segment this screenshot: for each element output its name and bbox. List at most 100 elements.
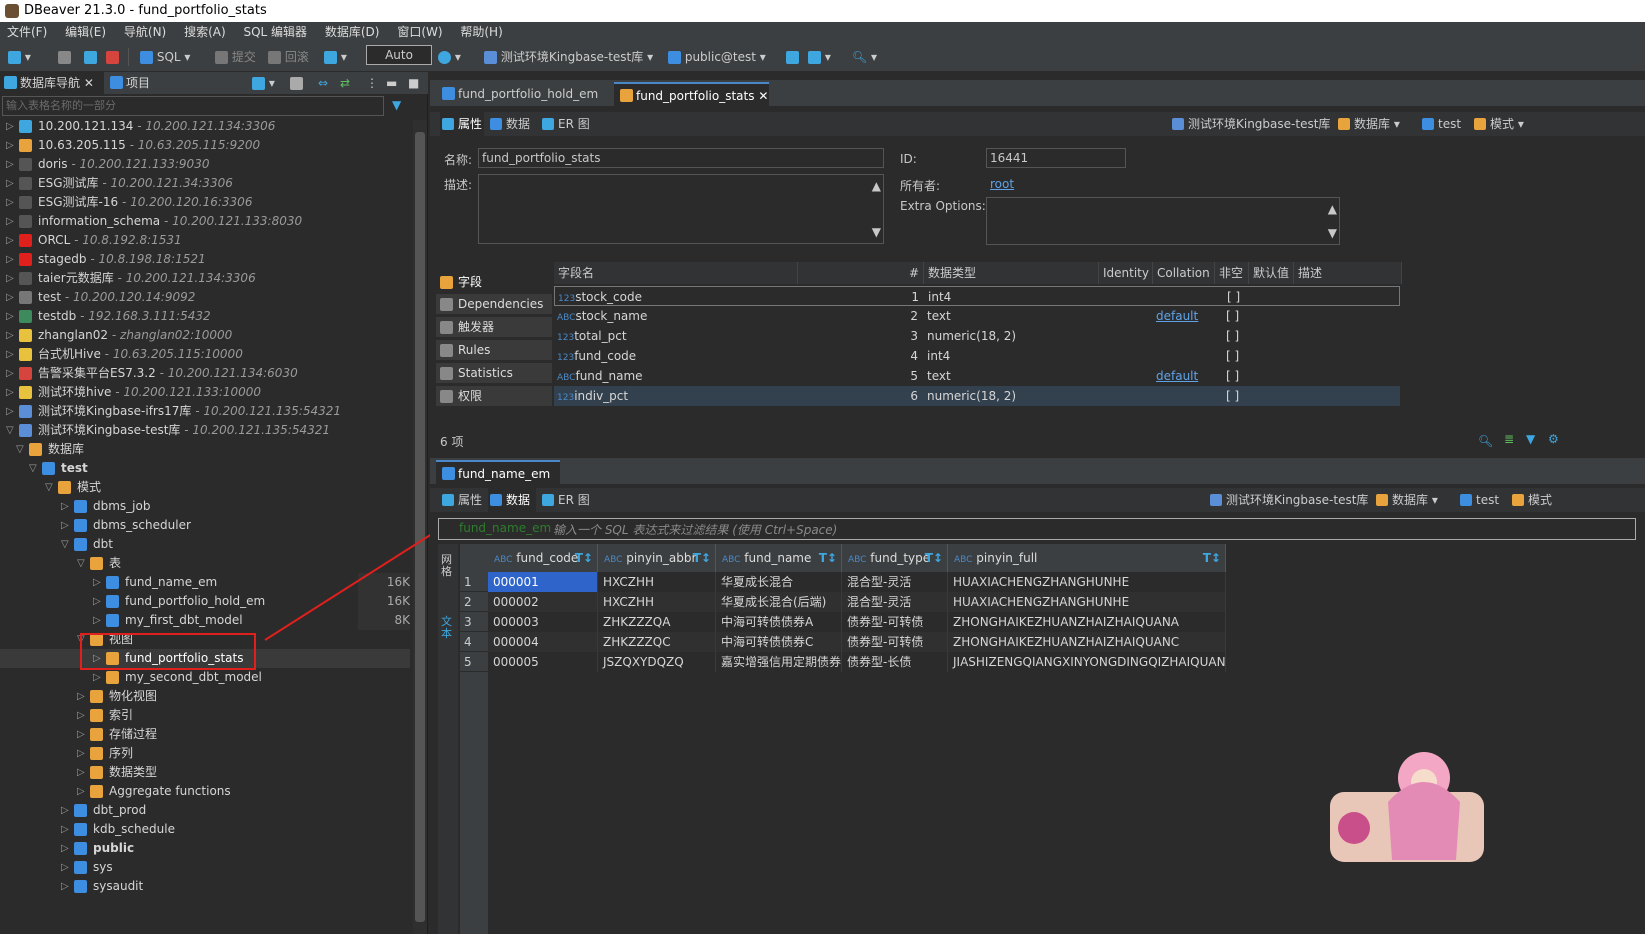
data-cell-pinyin-abbr[interactable]: HXCZHH xyxy=(598,592,716,612)
navigator-filter-input[interactable]: 输入表格名称的一部分 xyxy=(2,96,384,116)
tree-item[interactable]: ▷ zhanglan02 - zhanglan02:10000 xyxy=(0,326,410,345)
menu-help[interactable]: 帮助(H) xyxy=(453,22,509,42)
subtab-properties[interactable]: 属性 xyxy=(440,488,484,512)
toolbar-tool-1[interactable] xyxy=(786,46,799,68)
column-row[interactable]: 123total_pct 3 numeric(18, 2) [ ] xyxy=(554,326,1400,346)
data-cell-fund-name[interactable]: 中海可转债债券A xyxy=(716,612,842,632)
tree-item[interactable]: ▷ Aggregate functions xyxy=(0,782,410,801)
header-fund-name[interactable]: ABC fund_name T↕ xyxy=(716,544,842,572)
tree-item[interactable]: ▷ 索引 xyxy=(0,706,410,725)
data-cell-pinyin-full[interactable]: HUAXIACHENGZHANGHUNHE xyxy=(948,592,1226,612)
chevron-right-icon[interactable]: ▷ xyxy=(6,155,16,174)
tree-item[interactable]: ▷ sys xyxy=(0,858,410,877)
data-cell-fund-name[interactable]: 中海可转债债券C xyxy=(716,632,842,652)
tree-item[interactable]: ▷ my_second_dbt_model xyxy=(0,668,410,687)
subtab-er-diagram[interactable]: ER 图 xyxy=(540,112,596,136)
chevron-right-icon[interactable]: ▷ xyxy=(61,801,71,820)
tree-item[interactable]: ▷ 测试环境Kingbase-ifrs17库 - 10.200.121.135:5… xyxy=(0,402,410,421)
view-menu-button[interactable]: ⋮ xyxy=(366,72,378,94)
subtab-properties[interactable]: 属性 xyxy=(440,112,484,136)
chevron-down-icon[interactable]: ▽ xyxy=(45,478,55,497)
data-cell-fund-type[interactable]: 混合型-灵活 xyxy=(842,592,948,612)
commit-mode-auto[interactable]: Auto xyxy=(366,45,432,65)
tree-item[interactable]: ▷ 序列 xyxy=(0,744,410,763)
data-row[interactable]: 4 000004 ZHKZZZQC 中海可转债债券C 债券型-可转债 ZHONGHAIKE… xyxy=(460,632,1226,652)
crumb-database[interactable]: 数据库 ▾ xyxy=(1338,112,1400,136)
chevron-right-icon[interactable]: ▷ xyxy=(6,345,16,364)
row-number[interactable]: 5 xyxy=(460,652,488,672)
grid-view-tab[interactable]: 网格 xyxy=(441,554,454,578)
menu-navigate[interactable]: 导航(N) xyxy=(117,22,173,42)
tab-database-navigator[interactable]: 数据库导航 ✕ xyxy=(0,72,104,94)
chevron-right-icon[interactable]: ▷ xyxy=(61,877,71,896)
data-cell-fund-type[interactable]: 债券型-长债 xyxy=(842,652,948,672)
col-header-notnull[interactable]: 非空 xyxy=(1215,262,1249,284)
data-cell-fund-type[interactable]: 混合型-灵活 xyxy=(842,572,948,592)
chevron-right-icon[interactable]: ▷ xyxy=(77,725,87,744)
tree-item[interactable]: ▷ ESG测试库-16 - 10.200.120.16:3306 xyxy=(0,193,410,212)
chevron-down-icon[interactable]: ▽ xyxy=(61,535,71,554)
data-cell-pinyin-abbr[interactable]: JSZQXYDQZQ xyxy=(598,652,716,672)
sql-editor-button[interactable]: SQL ▾ xyxy=(140,46,190,68)
tree-item[interactable]: ▷ 10.63.205.115 - 10.63.205.115:9200 xyxy=(0,136,410,155)
tree-item[interactable]: ▷ 台式机Hive - 10.63.205.115:10000 xyxy=(0,345,410,364)
header-fund-code[interactable]: ABC fund_code T↕ xyxy=(488,544,598,572)
tree-item[interactable]: ▷ public xyxy=(0,839,410,858)
menu-edit[interactable]: 编辑(E) xyxy=(58,22,113,42)
crumb-test[interactable]: test xyxy=(1460,488,1499,512)
tree-item[interactable]: ▽ 模式 xyxy=(0,478,410,497)
chevron-right-icon[interactable]: ▷ xyxy=(61,820,71,839)
tree-item[interactable]: ▷ kdb_schedule xyxy=(0,820,410,839)
chevron-right-icon[interactable]: ▷ xyxy=(93,668,103,687)
tree-item[interactable]: ▽ dbt xyxy=(0,535,410,554)
chevron-right-icon[interactable]: ▷ xyxy=(77,687,87,706)
link-editor-button[interactable]: ⇄ xyxy=(340,72,350,94)
data-cell-pinyin-abbr[interactable]: ZHKZZZQC xyxy=(598,632,716,652)
chevron-right-icon[interactable]: ▷ xyxy=(6,117,16,136)
sidetab-permissions[interactable]: 权限 xyxy=(436,386,552,407)
data-cell-fund-name[interactable]: 嘉实增强信用定期债券 xyxy=(716,652,842,672)
sidetab-columns[interactable]: 字段 xyxy=(436,272,552,293)
filter-icon[interactable]: ▼ xyxy=(392,98,401,112)
collapse-all-button[interactable]: ⇔ xyxy=(318,72,328,94)
close-icon[interactable]: ✕ xyxy=(758,89,768,103)
sidetab-dependencies[interactable]: Dependencies xyxy=(436,294,552,315)
chevron-right-icon[interactable]: ▷ xyxy=(61,858,71,877)
tree-item[interactable]: ▷ dbms_scheduler xyxy=(0,516,410,535)
data-cell-pinyin-abbr[interactable]: ZHKZZZQA xyxy=(598,612,716,632)
data-cell-fund-name[interactable]: 华夏成长混合 xyxy=(716,572,842,592)
crumb-connection[interactable]: 测试环境Kingbase-test库 xyxy=(1172,112,1330,136)
chevron-right-icon[interactable]: ▷ xyxy=(6,307,16,326)
data-cell-pinyin-full[interactable]: HUAXIACHENGZHANGHUNHE xyxy=(948,572,1226,592)
data-cell-fund-name[interactable]: 华夏成长混合(后端) xyxy=(716,592,842,612)
tree-item[interactable]: ▷ testdb - 192.168.3.111:5432 xyxy=(0,307,410,326)
data-cell-fund-code[interactable]: 000003 xyxy=(488,612,598,632)
chevron-right-icon[interactable]: ▷ xyxy=(77,706,87,725)
chevron-right-icon[interactable]: ▷ xyxy=(6,136,16,155)
chevron-down-icon[interactable]: ▽ xyxy=(77,554,87,573)
chevron-right-icon[interactable]: ▷ xyxy=(77,744,87,763)
row-number[interactable]: 4 xyxy=(460,632,488,652)
chevron-right-icon[interactable]: ▷ xyxy=(6,402,16,421)
tree-item[interactable]: ▷ 存储过程 xyxy=(0,725,410,744)
transaction-mode-button[interactable]: ▾ xyxy=(324,46,347,68)
tree-item[interactable]: ▷ information_schema - 10.200.121.133:803… xyxy=(0,212,410,231)
column-row[interactable]: ABCfund_name 5 text default [ ] xyxy=(554,366,1400,386)
tree-item[interactable]: ▷ ESG测试库 - 10.200.121.34:3306 xyxy=(0,174,410,193)
maximize-button[interactable]: ■ xyxy=(408,72,419,94)
data-cell-fund-code[interactable]: 000001 xyxy=(488,572,598,592)
subtab-data[interactable]: 数据 xyxy=(488,488,536,512)
sidetab-statistics[interactable]: Statistics xyxy=(436,363,552,384)
crumb-schema[interactable]: 模式 xyxy=(1512,488,1552,512)
minimize-button[interactable]: ▬ xyxy=(386,72,397,94)
text-view-tab[interactable]: 文本 xyxy=(441,616,454,640)
chevron-right-icon[interactable]: ▷ xyxy=(6,269,16,288)
header-pinyin-abbr[interactable]: ABC pinyin_abbr T↕ xyxy=(598,544,716,572)
data-row[interactable]: 3 000003 ZHKZZZQA 中海可转债债券A 债券型-可转债 ZHONGHAIKE… xyxy=(460,612,1226,632)
navigator-scrollbar[interactable] xyxy=(413,120,427,934)
chevron-down-icon[interactable]: ▽ xyxy=(29,459,39,478)
data-cell-fund-code[interactable]: 000002 xyxy=(488,592,598,612)
data-cell-fund-code[interactable]: 000004 xyxy=(488,632,598,652)
tree-item[interactable]: ▷ taier元数据库 - 10.200.121.134:3306 xyxy=(0,269,410,288)
settings-icon[interactable]: ⚙ xyxy=(1548,432,1559,446)
